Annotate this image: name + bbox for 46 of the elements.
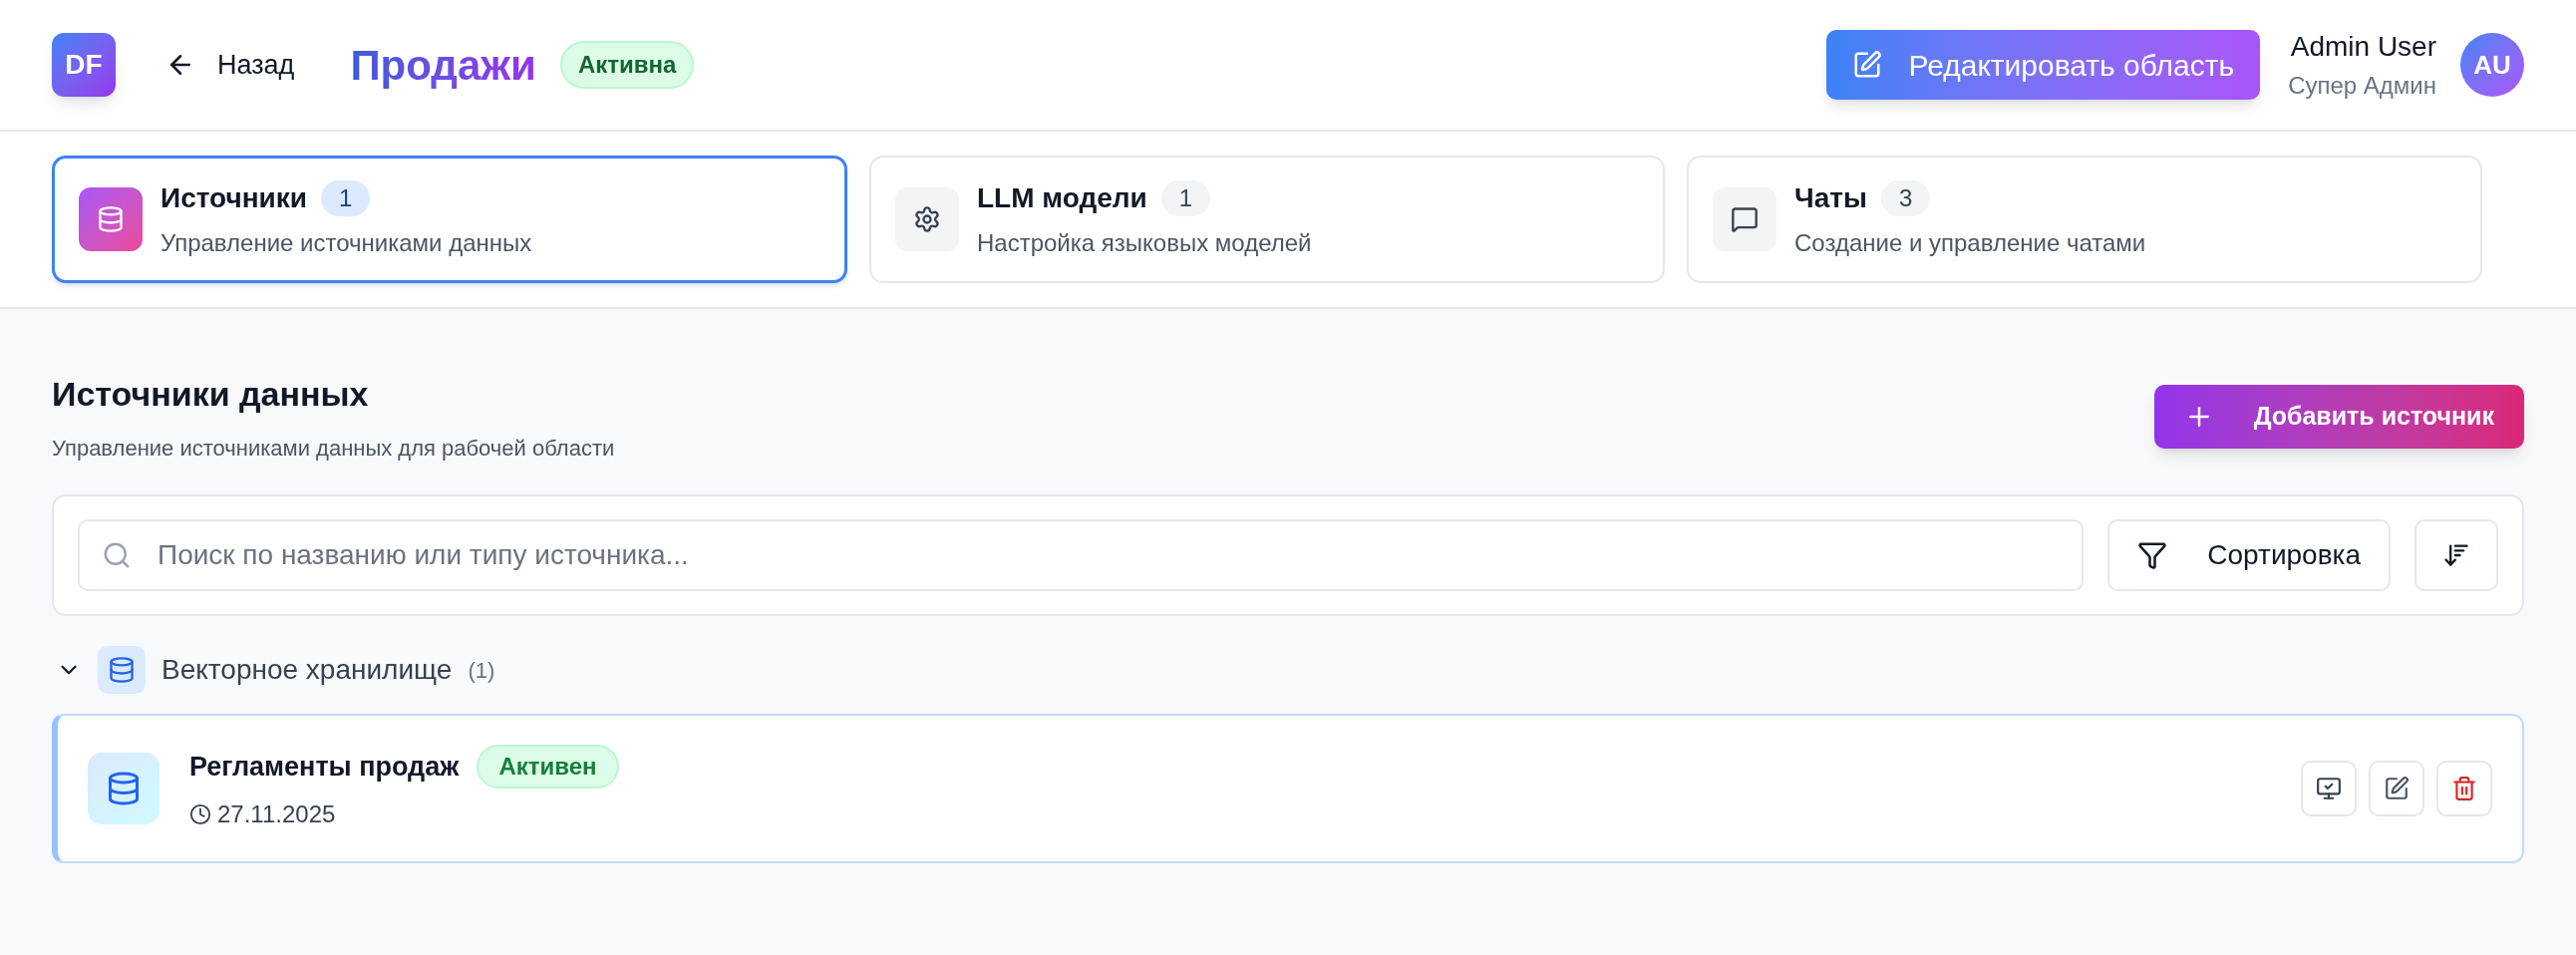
- group-title: Векторное хранилище: [161, 653, 453, 687]
- tab[interactable]: LLM модели 1 Настройка языковых моделей: [869, 156, 1665, 283]
- status-badge: Активна: [559, 41, 695, 89]
- tab[interactable]: Источники 1 Управление источниками данных: [52, 156, 847, 283]
- tab[interactable]: Чаты 3 Создание и управление чатами: [1687, 156, 2482, 283]
- sort-button[interactable]: Сортировка: [2107, 519, 2391, 591]
- edit-button[interactable]: [2369, 761, 2424, 816]
- user-name: Admin User: [2290, 30, 2436, 64]
- group-count: (1): [468, 656, 495, 685]
- user-role: Супер Админ: [2288, 71, 2436, 101]
- pencil-icon: [1852, 50, 1883, 80]
- source-card[interactable]: Регламенты продаж Активен 27.11.2025: [52, 714, 2524, 863]
- database-icon: [79, 187, 143, 251]
- monitor-check-icon: [2316, 776, 2342, 801]
- add-source-button[interactable]: Добавить источник: [2153, 385, 2524, 449]
- section-subtitle: Управление источниками данных для рабочей области: [52, 435, 615, 463]
- trash-icon: [2451, 776, 2477, 801]
- tab-subtitle: Управление источниками данных: [161, 228, 532, 258]
- search-field[interactable]: Поиск по названию или типу источника...: [78, 519, 2085, 591]
- tab-subtitle: Создание и управление чатами: [1794, 228, 2146, 258]
- edit-area-button[interactable]: Редактировать область: [1826, 30, 2261, 100]
- avatar[interactable]: AU: [2460, 33, 2524, 97]
- database-icon: [88, 753, 160, 824]
- count-badge: 1: [1160, 180, 1211, 216]
- tab-subtitle: Настройка языковых моделей: [977, 228, 1312, 258]
- database-icon: [98, 646, 146, 694]
- chat-icon: [1713, 187, 1776, 251]
- section-title: Источники данных: [52, 374, 370, 415]
- count-badge: 3: [1880, 180, 1931, 216]
- clock-icon: [189, 803, 211, 825]
- source-title: Регламенты продаж: [189, 750, 460, 784]
- tab-title: Источники: [161, 181, 308, 215]
- source-date: 27.11.2025: [217, 799, 336, 829]
- count-badge: 1: [321, 180, 371, 216]
- back-button[interactable]: Назад: [165, 44, 295, 86]
- sort-order-button[interactable]: [2415, 519, 2498, 591]
- monitor-check-button[interactable]: [2301, 761, 2357, 816]
- logo[interactable]: DF: [52, 33, 116, 97]
- search-icon: [102, 540, 132, 570]
- gear-icon: [895, 187, 959, 251]
- delete-button[interactable]: [2436, 761, 2492, 816]
- filter-icon: [2137, 540, 2168, 570]
- tab-title: LLM модели: [977, 181, 1147, 215]
- status-badge: Активен: [477, 745, 619, 789]
- pencil-icon: [2384, 776, 2410, 801]
- tab-title: Чаты: [1794, 181, 1867, 215]
